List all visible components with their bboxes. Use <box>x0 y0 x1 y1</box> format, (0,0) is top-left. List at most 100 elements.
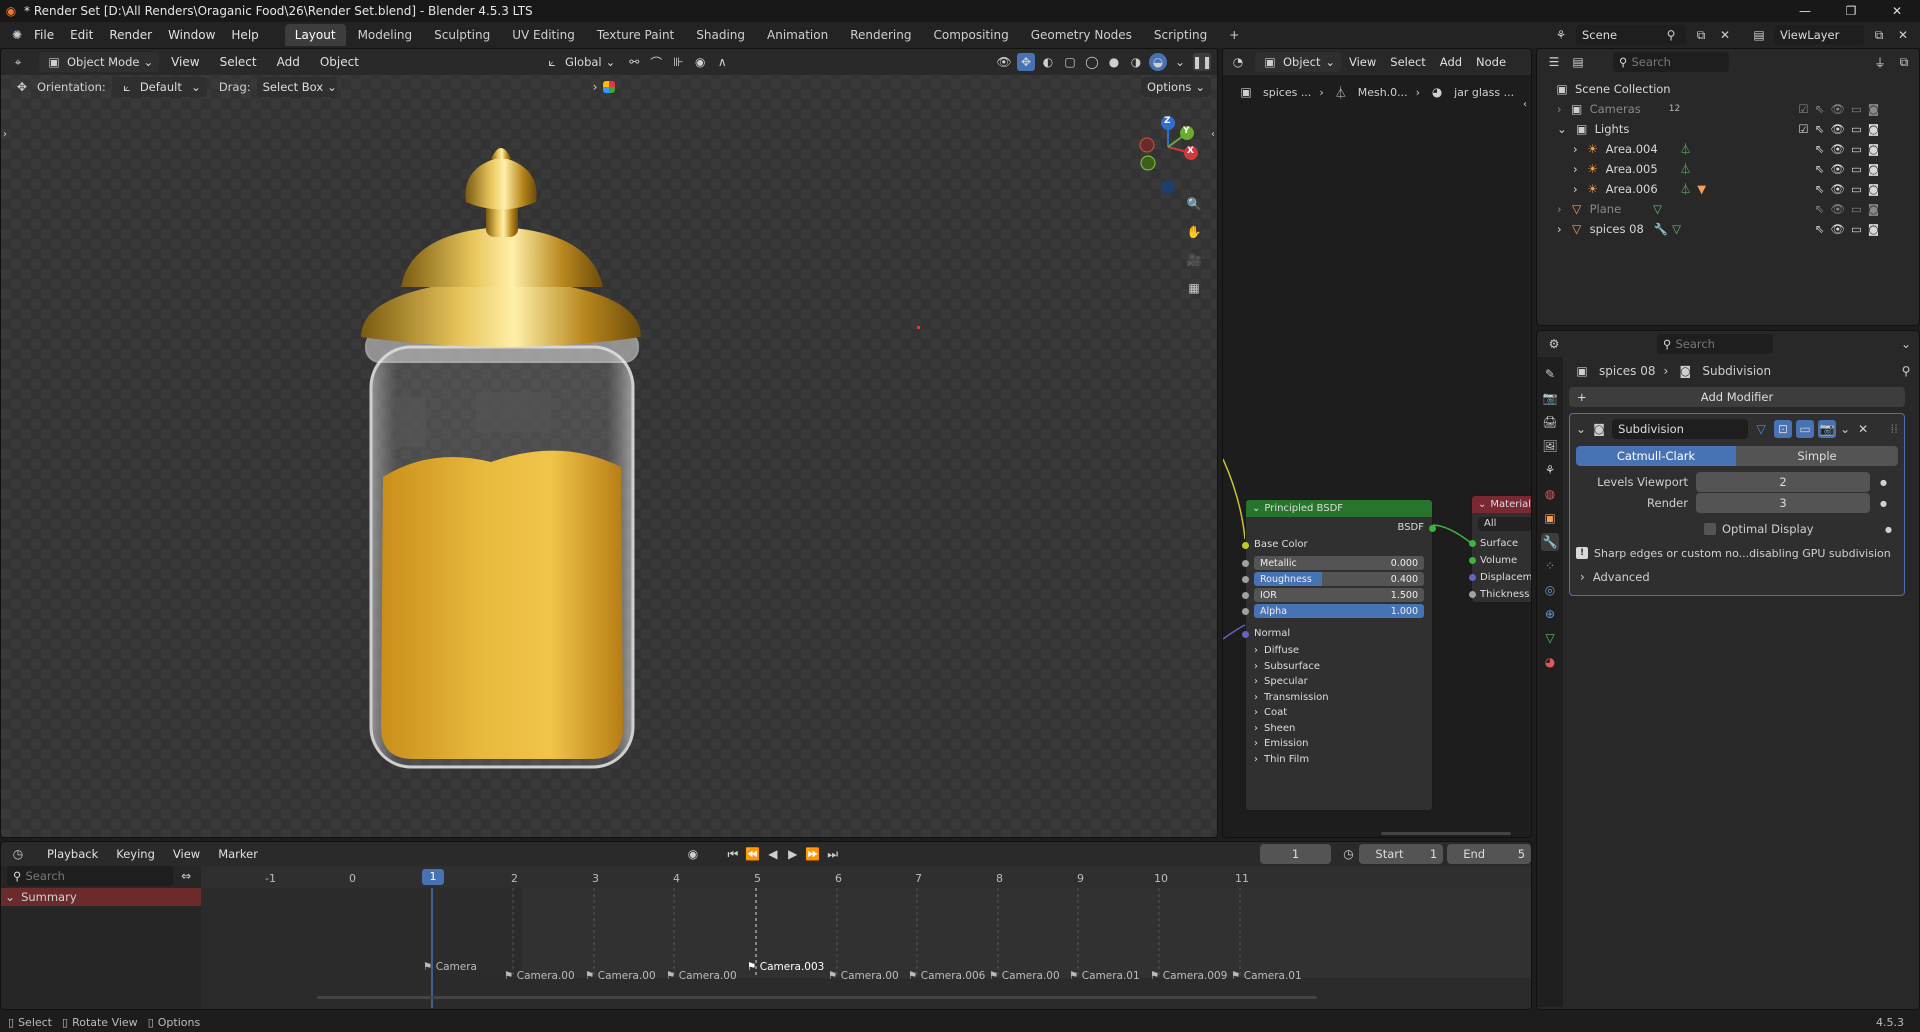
viewport-icon[interactable]: ▭ <box>1851 222 1862 236</box>
eye-icon[interactable]: 👁 <box>1830 222 1845 236</box>
new-scene-icon[interactable]: ⧉ <box>1692 26 1710 44</box>
timeline-menu-keying[interactable]: Keying <box>108 843 163 865</box>
drag-handle-icon[interactable]: ⁞⁞ <box>1890 422 1898 436</box>
physics-tab-icon[interactable]: ◎ <box>1541 581 1559 599</box>
chevron-right-icon[interactable]: › <box>1573 162 1578 176</box>
tab-sculpting[interactable]: Sculpting <box>424 24 500 46</box>
simple-button[interactable]: Simple <box>1736 446 1898 466</box>
displacement-socket[interactable] <box>1469 574 1476 581</box>
volume-socket[interactable] <box>1469 557 1476 564</box>
keyframe-dot-icon[interactable]: ● <box>1880 499 1887 508</box>
select-icon[interactable]: ⇖ <box>1815 142 1825 156</box>
select-icon[interactable]: ⇖ <box>1815 202 1825 216</box>
menu-help[interactable]: Help <box>223 24 266 46</box>
tab-uv-editing[interactable]: UV Editing <box>502 24 585 46</box>
marker-camera-007[interactable]: ⚑ Camera.00 <box>989 970 1060 982</box>
sidebar-toggle-icon[interactable]: ‹ <box>1211 129 1215 140</box>
add-modifier-button[interactable]: + Add Modifier <box>1569 387 1905 407</box>
advanced-subpanel[interactable]: › Advanced <box>1576 567 1898 587</box>
wireframe-shading-icon[interactable]: ◯ <box>1083 53 1101 71</box>
area004-row[interactable]: › ☀ Area.004 ⏃ ⇖ 👁 ▭ ◙ <box>1553 139 1919 159</box>
keyframe-dot-icon[interactable]: ● <box>1885 525 1892 534</box>
chevron-right-icon[interactable]: › <box>1557 202 1562 216</box>
maximize-button[interactable]: ❐ <box>1828 4 1874 18</box>
modifier-name-field[interactable]: Subdivision <box>1612 419 1749 439</box>
material-output-node[interactable]: ⌄ Material O All Surface Volume Displacem… <box>1469 495 1531 603</box>
eye-icon[interactable]: 👁 <box>1830 202 1845 216</box>
bsdf-output-socket[interactable] <box>1429 525 1436 532</box>
options-dropdown[interactable]: Options ⌄ <box>1140 77 1211 97</box>
target-dropdown[interactable]: All <box>1478 517 1531 531</box>
new-viewlayer-icon[interactable]: ⧉ <box>1870 26 1888 44</box>
outliner-search[interactable]: ⚲ Search <box>1613 52 1729 72</box>
orientation-dropdown[interactable]: ⟀ Default ⌄ <box>111 77 207 97</box>
timeline-menu-view[interactable]: View <box>165 843 208 865</box>
render-toggle-icon[interactable]: 📷 <box>1818 420 1837 438</box>
pan-hand-icon[interactable]: ✋ <box>1185 223 1203 241</box>
modifier-tab-icon[interactable]: 🔧 <box>1541 533 1559 551</box>
render-icon[interactable]: ◙ <box>1868 102 1879 116</box>
principled-bsdf-node[interactable]: ⌄ Principled BSDF BSDF Base Color Metalli… <box>1242 499 1436 811</box>
checkbox-icon[interactable]: ☑ <box>1798 102 1808 116</box>
viewport-menu-object[interactable]: Object <box>312 51 367 73</box>
timeline-editor-icon[interactable]: ◷ <box>9 845 27 863</box>
display-mode-icon[interactable]: ▤ <box>1569 53 1587 71</box>
play-reverse-icon[interactable]: ◀ <box>764 845 782 863</box>
render-icon[interactable]: ◙ <box>1868 222 1879 236</box>
constraints-tab-icon[interactable]: ⊕ <box>1541 605 1559 623</box>
bsdf-node-header[interactable]: ⌄ Principled BSDF <box>1246 500 1432 517</box>
panel-coat[interactable]: › Coat <box>1254 705 1424 721</box>
eye-icon[interactable]: 👁 <box>1830 142 1845 156</box>
marker-camera-009[interactable]: ⚑ Camera.009 <box>1150 970 1227 982</box>
camera-view-icon[interactable]: 🎥 <box>1185 251 1203 269</box>
ior-socket[interactable] <box>1242 591 1249 599</box>
chevron-right-icon[interactable]: › <box>1557 102 1562 116</box>
minimize-button[interactable]: — <box>1782 4 1828 18</box>
viewport-menu-add[interactable]: Add <box>269 51 308 73</box>
editor-type-icon[interactable]: ⌖ <box>9 53 27 71</box>
node-editor[interactable]: ◔ ▣ Object ⌄ View Select Add Node ▣ spices… <box>1222 48 1532 838</box>
marker-camera-002[interactable]: ⚑ Camera.00 <box>585 970 656 982</box>
spices-08-row[interactable]: › ▽ spices 08 🔧 ▽ ⇖ 👁 ▭ ◙ <box>1553 219 1919 239</box>
output-tab-icon[interactable]: 🖨 <box>1541 413 1559 431</box>
editmode-toggle-icon[interactable]: ▽ <box>1752 420 1770 438</box>
solid-shading-icon[interactable]: ● <box>1105 53 1123 71</box>
outliner-editor-icon[interactable]: ☰ <box>1545 53 1563 71</box>
marker-camera-005[interactable]: ⚑ Camera.00 <box>828 970 899 982</box>
cameras-row[interactable]: › ▣ Cameras 12 ☑ ⇖ 👁 ▭ ◙ <box>1553 99 1919 119</box>
tab-geometry-nodes[interactable]: Geometry Nodes <box>1021 24 1142 46</box>
panel-specular[interactable]: › Specular <box>1254 674 1424 690</box>
panel-diffuse[interactable]: › Diffuse <box>1254 643 1424 659</box>
viewport-icon[interactable]: ▭ <box>1851 102 1862 116</box>
tab-animation[interactable]: Animation <box>757 24 838 46</box>
render-icon[interactable]: ◙ <box>1868 122 1879 136</box>
metallic-socket[interactable] <box>1242 559 1249 567</box>
falloff-icon[interactable]: ∧ <box>713 53 731 71</box>
close-button[interactable]: ✕ <box>1874 4 1920 18</box>
material-tab-icon[interactable]: ◕ <box>1541 653 1559 671</box>
viewlayer-selector[interactable]: ViewLayer <box>1774 25 1864 45</box>
clock-icon[interactable]: ◷ <box>1339 845 1357 863</box>
eye-icon[interactable]: 👁 <box>1830 162 1845 176</box>
world-tab-icon[interactable]: ◍ <box>1541 485 1559 503</box>
rendered-shading-icon[interactable]: ◒ <box>1149 53 1167 71</box>
marker-camera-003[interactable]: ⚑ Camera.003 <box>747 961 824 973</box>
current-frame-field[interactable]: 1 <box>1259 844 1332 864</box>
render-levels-field[interactable]: 3 <box>1696 493 1870 513</box>
3d-viewport[interactable]: ⌖ ▣ Object Mode ⌄ View Select Add Object ⟀… <box>0 48 1218 838</box>
chevron-right-icon[interactable]: › <box>1573 182 1578 196</box>
toolbar-toggle-icon[interactable]: › <box>3 129 7 140</box>
thickness-socket[interactable] <box>1469 591 1476 598</box>
properties-editor-icon[interactable]: ⚙ <box>1545 335 1563 353</box>
data-tab-icon[interactable]: ▽ <box>1541 629 1559 647</box>
proportional-edit-icon[interactable]: ◉ <box>691 53 709 71</box>
chevron-right-icon[interactable]: › <box>593 80 598 94</box>
panel-thin-film[interactable]: › Thin Film <box>1254 752 1424 768</box>
viewport-icon[interactable]: ▭ <box>1851 122 1862 136</box>
eye-icon[interactable]: 👁 <box>1830 182 1845 196</box>
catmull-clark-button[interactable]: Catmull-Clark <box>1576 446 1736 466</box>
scene-collection-row[interactable]: ▣ Scene Collection <box>1553 79 1919 99</box>
pin-icon[interactable]: ⚲ <box>1897 362 1915 380</box>
channel-search[interactable]: ⚲ Search <box>7 866 174 886</box>
record-icon[interactable]: ◉ <box>684 845 702 863</box>
